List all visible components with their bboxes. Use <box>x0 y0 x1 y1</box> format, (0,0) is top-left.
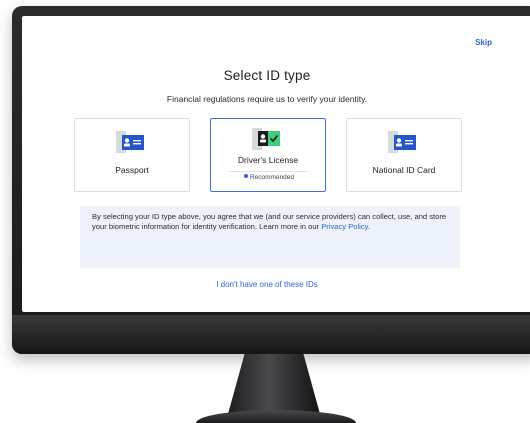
monitor-stand-base <box>196 410 356 423</box>
id-option-label: Passport <box>115 165 149 175</box>
biometric-consent-notice: By selecting your ID type above, you agr… <box>80 206 460 268</box>
consent-text: By selecting your ID type above, you agr… <box>92 212 447 232</box>
page-title: Select ID type <box>223 68 311 83</box>
id-type-options: Passport Driver's License Recommended Na… <box>74 118 464 192</box>
id-option-label: National ID Card <box>372 165 436 175</box>
monitor-stand <box>228 354 320 414</box>
recommended-badge: Recommended <box>229 171 309 184</box>
id-option-label: Driver's License <box>237 155 299 165</box>
badge-dot-icon <box>243 174 248 179</box>
consent-end: . <box>367 222 371 232</box>
screen: Skip Select ID type Financial regulation… <box>22 16 530 312</box>
id-option-national-id[interactable]: National ID Card <box>346 118 462 192</box>
privacy-policy-link[interactable]: Privacy Policy <box>321 222 368 231</box>
id-option-drivers-license[interactable]: Driver's License Recommended <box>210 118 326 192</box>
id-option-passport[interactable]: Passport <box>74 118 190 192</box>
drivers-license-icon <box>252 128 280 150</box>
skip-link[interactable]: Skip <box>475 38 492 47</box>
page-subtitle: Financial regulations require us to veri… <box>166 94 368 104</box>
national-id-icon <box>388 131 416 153</box>
monitor-chin <box>12 315 530 354</box>
passport-icon <box>116 131 144 153</box>
no-id-link[interactable]: I don't have one of these IDs <box>22 280 512 289</box>
